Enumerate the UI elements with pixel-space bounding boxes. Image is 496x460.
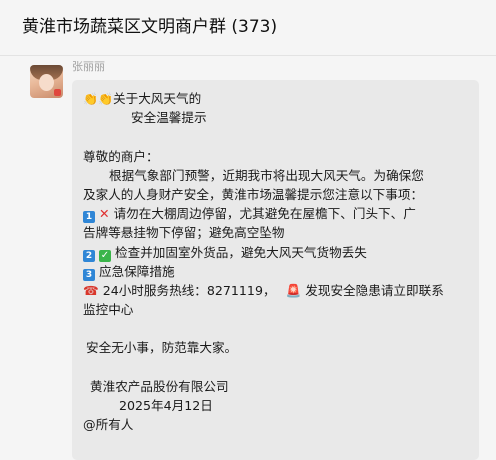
- telephone-icon: ☎: [83, 282, 99, 298]
- alert-text: 发现安全隐患请立即联系: [305, 282, 444, 298]
- intro-line1: 根据气象部门预警，近期我市将出现大风天气。为确保您: [109, 167, 424, 183]
- slogan: 安全无小事，防范靠大家。: [86, 340, 238, 356]
- item-3: 3 应急保障措施: [83, 262, 469, 281]
- message-title-line2: 安全温馨提示: [83, 108, 469, 127]
- clapping-hands-icon: 👏: [83, 92, 98, 106]
- item3-text: 应急保障措施: [99, 263, 175, 279]
- hotline-text: 24小时服务热线：8271119，: [102, 282, 276, 298]
- item-1-cont: 告牌等悬挂物下停留；避免高空坠物: [83, 225, 285, 241]
- subtitle-text: 安全温馨提示: [131, 110, 207, 126]
- message-title-line1: 👏👏关于大风天气的: [83, 89, 469, 108]
- greeting: 尊敬的商户：: [83, 148, 159, 164]
- cross-mark-icon: ✕: [99, 206, 110, 222]
- check-mark-icon: ✓: [99, 249, 111, 262]
- chat-area[interactable]: 张丽丽 👏👏关于大风天气的 安全温馨提示 尊敬的商户： 根据气象部门预警，近期我…: [0, 57, 496, 460]
- sender-name[interactable]: 张丽丽: [72, 60, 105, 74]
- clapping-hands-icon: 👏: [98, 92, 113, 106]
- keycap-2-icon: 2: [83, 249, 95, 262]
- siren-icon: 🚨: [285, 282, 302, 298]
- item-1: 1 ✕ 请勿在大棚周边停留，尤其避免在屋檐下、门头下、广: [83, 204, 469, 224]
- message-bubble[interactable]: 👏👏关于大风天气的 安全温馨提示 尊敬的商户： 根据气象部门预警，近期我市将出现…: [72, 80, 479, 460]
- avatar[interactable]: [30, 65, 63, 98]
- avatar-badge: [54, 89, 61, 96]
- date: 2025年4月12日: [119, 398, 213, 413]
- hotline-line: ☎ 24小时服务热线：8271119， 🚨 发现安全隐患请立即联系: [83, 281, 469, 300]
- title-text: 关于大风天气的: [113, 91, 202, 106]
- keycap-3-icon: 3: [83, 268, 95, 281]
- item1-text: 请勿在大棚周边停留，尤其避免在屋檐下、门头下、广: [113, 206, 416, 222]
- avatar-face: [39, 74, 54, 91]
- chat-header: 黄淮市场蔬菜区文明商户群 (373): [0, 0, 496, 56]
- alert-line2: 监控中心: [83, 302, 134, 318]
- keycap-1-icon: 1: [83, 211, 95, 224]
- company-name: 黄淮农产品股份有限公司: [90, 378, 229, 394]
- mention-all[interactable]: @所有人: [83, 415, 469, 434]
- item2-text: 检查并加固室外货品，避免大风天气货物丢失: [115, 244, 367, 260]
- intro-line2: 及家人的人身财产安全，黄淮市场温馨提示您注意以下事项：: [83, 186, 424, 202]
- item-2: 2 ✓ 检查并加固室外货品，避免大风天气货物丢失: [83, 243, 469, 262]
- group-title: 黄淮市场蔬菜区文明商户群 (373): [22, 17, 278, 37]
